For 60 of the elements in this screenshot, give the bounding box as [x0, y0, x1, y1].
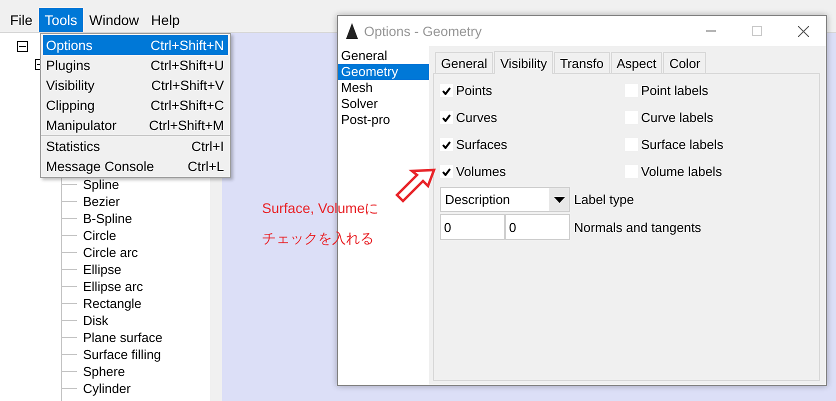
window-title: Options - Geometry	[364, 24, 483, 38]
annotation-text: Surface, Volumeに	[262, 200, 379, 218]
menu-item[interactable]: Tools	[38, 8, 84, 32]
tree-item[interactable]: Plane surface	[83, 330, 162, 345]
checkbox-label: Points	[456, 83, 492, 98]
close-icon	[798, 26, 808, 36]
checkbox-label: Point labels	[641, 83, 708, 98]
field-label: Label type	[574, 192, 634, 207]
tree-item[interactable]: Surface filling	[83, 347, 162, 362]
checkbox-label: Volume labels	[641, 164, 722, 179]
menu-item[interactable]: Message Console Ctrl+L	[43, 156, 228, 176]
tree-item[interactable]: Circle arc	[83, 245, 138, 260]
checkbox[interactable]	[440, 165, 453, 178]
checkbox-label: Surface labels	[641, 137, 724, 152]
tab[interactable]: Transfo	[554, 52, 610, 73]
checkbox[interactable]	[440, 111, 453, 124]
input-field[interactable]: 0	[505, 214, 570, 240]
menu-item[interactable]: Visibility Ctrl+Shift+V	[43, 75, 228, 95]
tree-item[interactable]: Ellipse arc	[83, 279, 143, 294]
menu-item[interactable]: Plugins Ctrl+Shift+U	[43, 55, 228, 75]
tab[interactable]: Visibility	[494, 51, 553, 74]
checkbox[interactable]	[440, 138, 453, 151]
field-label: Normals and tangents	[574, 220, 702, 234]
tree-item[interactable]: Circle	[83, 228, 116, 243]
checkbox[interactable]	[440, 84, 453, 97]
tree-item[interactable]: Disk	[83, 313, 108, 328]
menu-item[interactable]: Window	[83, 8, 146, 32]
menu-item[interactable]: Statistics Ctrl+I	[43, 136, 228, 156]
tree-item[interactable]: Rectangle	[83, 296, 142, 311]
menu-item[interactable]: Options Ctrl+Shift+N	[43, 35, 228, 55]
tree-item[interactable]: B-Spline	[83, 211, 132, 226]
input-field[interactable]: 0	[440, 214, 505, 240]
tab[interactable]: General	[435, 52, 494, 73]
app-logo-icon	[346, 23, 358, 39]
tab[interactable]: Aspect	[610, 52, 662, 73]
menu-item[interactable]: Help	[145, 8, 186, 32]
checkbox-label: Volumes	[456, 164, 506, 179]
tree-item[interactable]: Ellipse	[83, 262, 122, 277]
collapse-icon[interactable]	[17, 40, 28, 52]
tree-item[interactable]: Cylinder	[83, 381, 131, 396]
category-item[interactable]: Mesh	[338, 80, 429, 96]
menu-item[interactable]: Clipping Ctrl+Shift+C	[43, 95, 228, 115]
dropdown-arrow-icon	[554, 196, 564, 202]
annotation-text: チェックを入れる	[262, 230, 375, 248]
category-item[interactable]: Solver	[338, 96, 429, 112]
menu-item[interactable]: Manipulator Ctrl+Shift+M	[43, 115, 228, 135]
minimize-icon	[706, 30, 716, 32]
tree-item[interactable]: Spline	[83, 177, 120, 192]
category-item[interactable]: Geometry	[338, 64, 429, 80]
tree-item[interactable]: Bezier	[83, 194, 120, 209]
maximize-icon	[752, 26, 762, 36]
category-item[interactable]: General	[338, 48, 429, 64]
label-type-dropdown[interactable]: Description	[440, 187, 570, 212]
tab[interactable]: Color	[663, 52, 706, 73]
checkbox-label: Surfaces	[456, 137, 508, 152]
tree-item[interactable]: Sphere	[83, 364, 125, 379]
category-item[interactable]: Post-pro	[338, 112, 429, 128]
checkbox-label: Curve labels	[641, 110, 714, 125]
menu-item[interactable]: File	[4, 8, 39, 32]
checkbox-label: Curves	[456, 110, 498, 125]
